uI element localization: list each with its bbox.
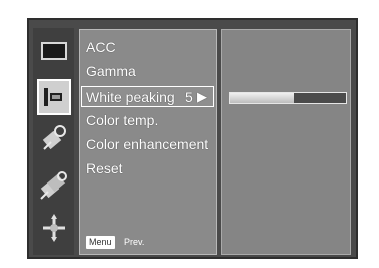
menu-item-gamma[interactable]: Gamma (86, 62, 136, 80)
slider-fill (230, 93, 294, 103)
prev-label: Prev. (124, 237, 145, 247)
menu-item-color-enhancement[interactable]: Color enhancement (86, 135, 208, 153)
menu-item-color-temp[interactable]: Color temp. (86, 111, 158, 129)
audio-icon[interactable] (37, 120, 71, 156)
menu-item-label: Color temp. (86, 112, 159, 128)
menu-item-label: Reset (86, 160, 123, 176)
menu-item-white-peaking[interactable]: White peaking 5 ▶ (81, 86, 214, 107)
value-panel (221, 29, 351, 255)
screen-icon[interactable] (37, 33, 71, 69)
right-arrow-icon: ▶ (197, 89, 207, 104)
menu-item-acc[interactable]: ACC (86, 38, 116, 56)
white-peaking-value: 5 (185, 89, 193, 105)
menu-item-label: Gamma (86, 63, 136, 79)
picture-icon[interactable] (37, 79, 71, 115)
menu-item-label: Color enhancement (86, 136, 209, 152)
white-peaking-slider[interactable] (229, 92, 347, 104)
menu-item-reset[interactable]: Reset (86, 159, 123, 177)
menu-item-label: ACC (86, 39, 116, 55)
menu-key-tag: Menu (86, 236, 115, 249)
setup-icon[interactable] (37, 210, 71, 246)
options-icon[interactable] (37, 168, 71, 204)
menu-item-label: White peaking (86, 89, 175, 105)
